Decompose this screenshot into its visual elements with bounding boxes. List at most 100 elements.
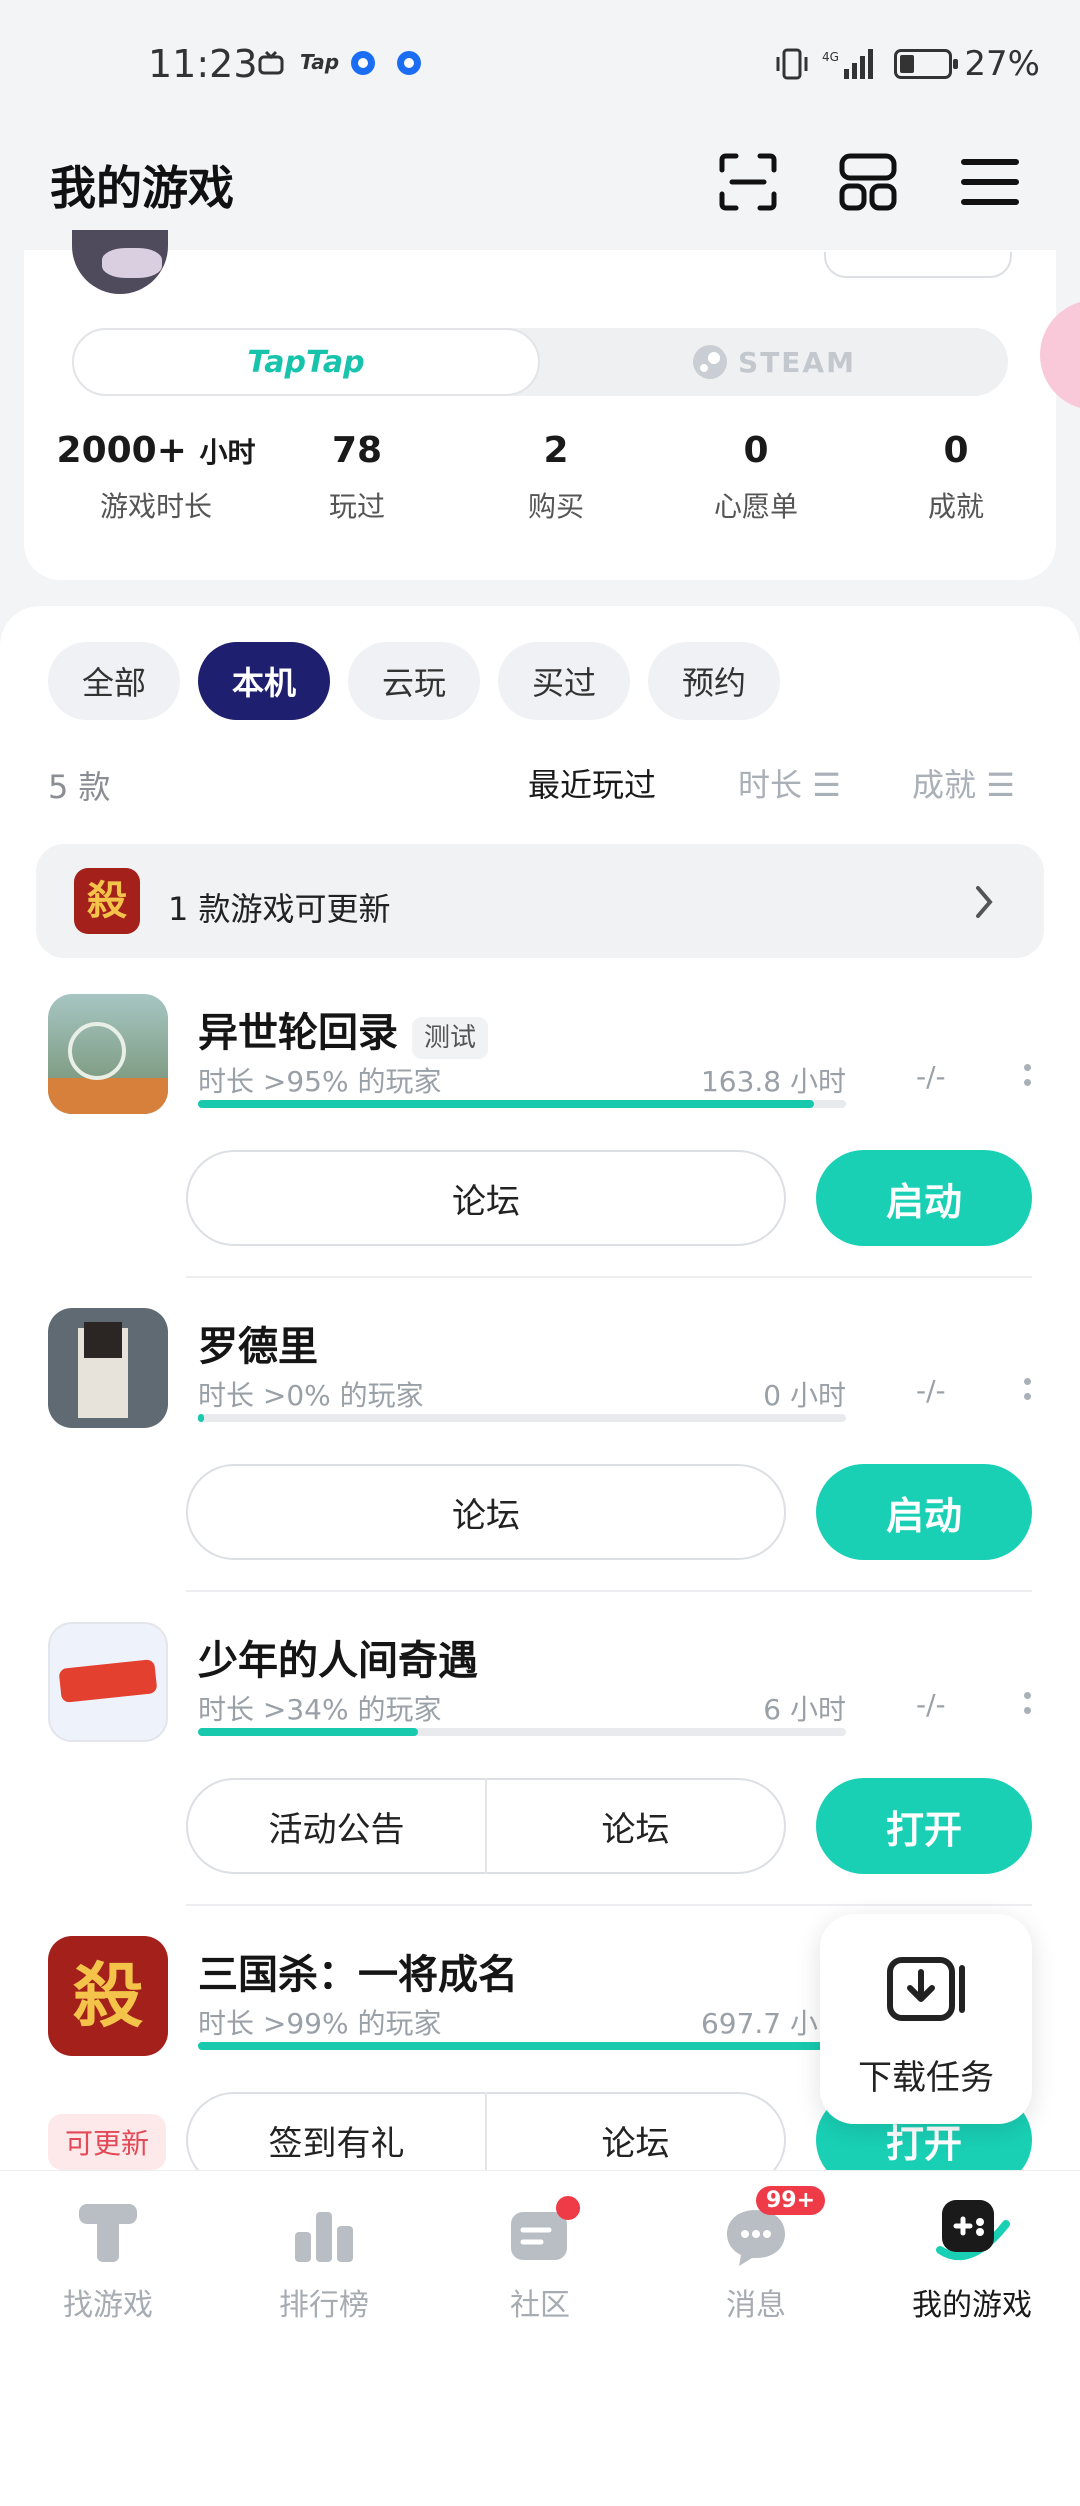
stat-played-value: 78 — [331, 430, 383, 471]
notification-dot — [556, 2196, 580, 2220]
game-count: 5 款 — [48, 768, 111, 806]
find-games-icon — [79, 2204, 137, 2262]
playtime-progress — [198, 1100, 846, 1108]
status-right: 4G 27% — [774, 44, 1040, 84]
game-title-text: 三国杀：一将成名 — [198, 1952, 518, 1998]
game-title[interactable]: 少年的人间奇遇 — [198, 1628, 478, 1686]
sort-icon: ☰ — [812, 766, 841, 804]
game-achievement: -/- — [916, 1060, 946, 1093]
more-icon[interactable] — [1024, 1378, 1032, 1408]
vibrate-icon — [776, 48, 808, 80]
filter-cloud[interactable]: 云玩 — [348, 642, 480, 720]
open-button[interactable]: 打开 — [816, 1778, 1032, 1874]
stat-wishlist[interactable]: 0 心愿单 — [656, 430, 856, 525]
game-icon-luodeli[interactable] — [48, 1308, 168, 1428]
launch-button[interactable]: 启动 — [816, 1464, 1032, 1560]
game-hours: 6 小时 — [763, 1693, 846, 1726]
sort-achievement-label: 成就 — [912, 766, 977, 804]
launch-button[interactable]: 启动 — [816, 1150, 1032, 1246]
sort-recent[interactable]: 最近玩过 — [528, 760, 656, 806]
steam-icon — [693, 345, 728, 379]
game-actions: 活动公告 论坛 — [186, 1778, 786, 1874]
game-title[interactable]: 异世轮回录 测试 — [198, 1000, 489, 1059]
game-title[interactable]: 三国杀：一将成名 — [198, 1942, 518, 2000]
nav-my-games[interactable]: 我的游戏 — [892, 2180, 1052, 2323]
checkin-button[interactable]: 签到有礼 — [188, 2116, 485, 2165]
game-title-text: 异世轮回录 — [198, 1010, 398, 1056]
nav-leaderboard[interactable]: 排行榜 — [244, 2180, 404, 2323]
game-hours: 0 小时 — [763, 1379, 846, 1412]
stat-purchased[interactable]: 2 购买 — [456, 430, 656, 525]
forum-button[interactable]: 论坛 — [487, 2116, 784, 2165]
game-icon-shaonian[interactable] — [48, 1622, 168, 1742]
menu-icon[interactable] — [958, 150, 1022, 214]
nav-messages[interactable]: 99+ 消息 — [676, 2180, 836, 2323]
platform-steam-label: STEAM — [738, 345, 856, 379]
nav-community[interactable]: 社区 — [460, 2180, 620, 2323]
announcement-button[interactable]: 活动公告 — [188, 1802, 485, 1851]
game-achievement: -/- — [916, 1374, 946, 1407]
nav-label: 找游戏 — [63, 2288, 153, 2323]
nav-label: 消息 — [726, 2288, 786, 2323]
more-icon[interactable] — [1024, 1692, 1032, 1722]
nav-label: 我的游戏 — [912, 2288, 1032, 2323]
filter-all[interactable]: 全部 — [48, 642, 180, 720]
game-title-text: 少年的人间奇遇 — [198, 1638, 478, 1684]
stat-wishlist-value: 0 — [743, 430, 769, 471]
stat-wishlist-label: 心愿单 — [713, 490, 798, 523]
nav-label: 排行榜 — [279, 2288, 369, 2323]
platform-taptap[interactable]: TapTap — [72, 328, 540, 396]
stat-playtime[interactable]: 2000+ 小时 游戏时长 — [56, 430, 256, 525]
forum-button[interactable]: 论坛 — [188, 1174, 784, 1223]
stat-playtime-label: 游戏时长 — [99, 490, 212, 523]
app-status-icon — [351, 51, 375, 75]
svg-text:4G: 4G — [822, 50, 839, 64]
forum-button[interactable]: 论坛 — [188, 1488, 784, 1537]
sort-achievement[interactable]: 成就 ☰ — [912, 760, 1015, 806]
playtime-progress — [198, 2042, 846, 2050]
forum-button[interactable]: 论坛 — [487, 1802, 784, 1851]
game-percentile: 时长 >34% 的玩家 — [198, 1693, 442, 1726]
sort-duration-label: 时长 — [738, 766, 803, 804]
platform-steam[interactable]: STEAM — [540, 328, 1008, 396]
nav-label: 社区 — [510, 2288, 570, 2323]
game-actions: 论坛 — [186, 1464, 786, 1560]
sort-duration[interactable]: 时长 ☰ — [738, 760, 841, 806]
game-percentile: 时长 >95% 的玩家 — [198, 1065, 442, 1098]
stat-purchased-label: 购买 — [527, 490, 584, 523]
signal-icon: 4G — [822, 49, 874, 79]
battery-level: 27% — [964, 44, 1040, 84]
filter-bought[interactable]: 买过 — [498, 642, 630, 720]
stat-purchased-value: 2 — [543, 430, 569, 471]
game-percentile: 时长 >0% 的玩家 — [198, 1379, 424, 1412]
stat-achievements-label: 成就 — [927, 490, 984, 523]
chevron-right-icon — [976, 886, 993, 918]
game-title-text: 罗德里 — [198, 1324, 318, 1370]
game-icon-sanguosha[interactable]: 殺 — [48, 1936, 168, 2056]
nav-find-games[interactable]: 找游戏 — [28, 2180, 188, 2323]
page-title: 我的游戏 — [50, 161, 234, 215]
tv-icon — [258, 50, 284, 75]
profile-card — [24, 250, 1056, 580]
tap-status-icon: Tap — [300, 50, 340, 74]
my-games-icon — [936, 2200, 1010, 2261]
update-badge[interactable]: 可更新 — [48, 2114, 166, 2170]
more-icon[interactable] — [1024, 1064, 1032, 1094]
scan-icon[interactable] — [716, 150, 780, 214]
download-icon — [887, 1957, 965, 2021]
stat-played[interactable]: 78 玩过 — [257, 430, 457, 525]
filter-local[interactable]: 本机 — [198, 642, 330, 720]
follow-button[interactable] — [824, 252, 1012, 278]
game-title[interactable]: 罗德里 — [198, 1314, 318, 1372]
sanguosha-icon: 殺 — [74, 868, 140, 934]
filter-reserved[interactable]: 预约 — [648, 642, 780, 720]
playtime-progress — [198, 1728, 846, 1736]
game-percentile: 时长 >99% 的玩家 — [198, 2007, 442, 2040]
game-icon-yishi[interactable] — [48, 994, 168, 1114]
sort-icon: ☰ — [986, 766, 1015, 804]
grid-view-icon[interactable] — [836, 150, 900, 214]
battery-icon — [894, 49, 959, 79]
stat-achievements[interactable]: 0 成就 — [856, 430, 1056, 525]
status-time: 11:23 — [148, 42, 258, 86]
leaderboard-icon — [295, 2212, 353, 2262]
